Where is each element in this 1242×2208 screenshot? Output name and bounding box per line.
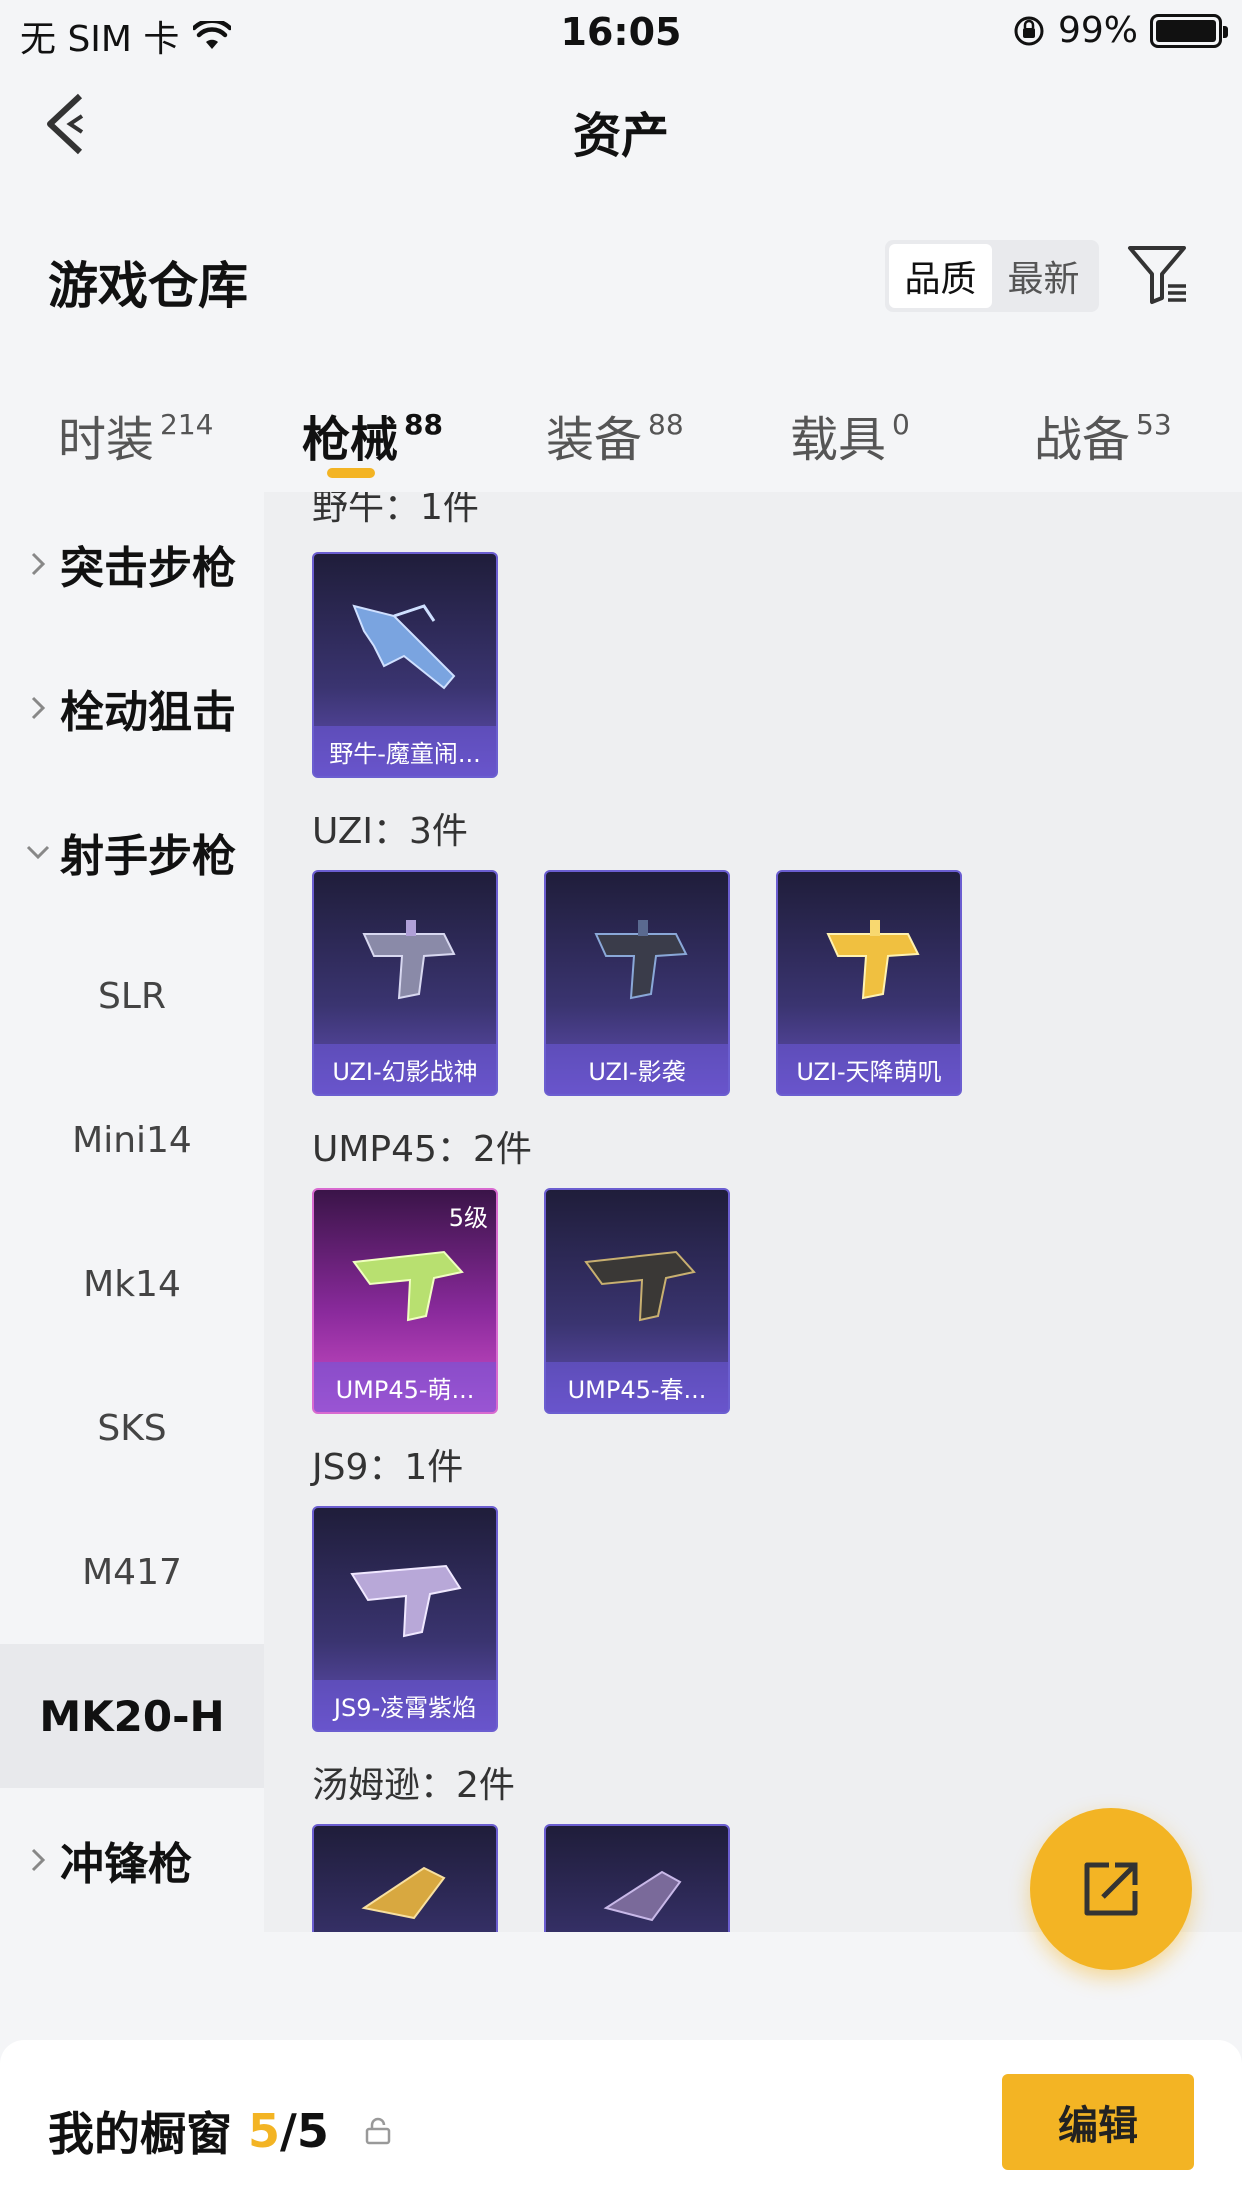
weapon-card[interactable]: UZI-幻影战神 bbox=[312, 870, 498, 1096]
showcase-summary: 我的橱窗 5 /5 bbox=[48, 2098, 393, 2164]
share-button[interactable] bbox=[1030, 1808, 1192, 1970]
weapon-name: UMP45-萌... bbox=[314, 1362, 496, 1412]
chevron-right-icon bbox=[22, 551, 54, 577]
sidebar-item-bolt-sniper[interactable]: 栓动狙击 bbox=[0, 636, 264, 780]
sort-quality-button[interactable]: 品质 bbox=[889, 244, 992, 308]
edit-button[interactable]: 编辑 bbox=[1002, 2074, 1194, 2170]
showcase-count: 5 bbox=[248, 2104, 281, 2158]
orientation-lock-icon bbox=[1014, 16, 1044, 45]
weapon-skin-image bbox=[352, 1250, 464, 1322]
showcase-total: /5 bbox=[280, 2104, 329, 2158]
group-title: 野牛：1件 bbox=[312, 492, 479, 528]
tab-equipment[interactable]: 装备 88 bbox=[546, 400, 684, 470]
battery-icon bbox=[1150, 13, 1228, 48]
sidebar-item-marksman-rifle[interactable]: 射手步枪 bbox=[0, 780, 264, 924]
weapon-skin-image bbox=[362, 920, 456, 1000]
chevron-down-icon bbox=[22, 844, 54, 860]
weapon-card[interactable]: UZI-影袭 bbox=[544, 870, 730, 1096]
chevron-right-icon bbox=[22, 1847, 54, 1873]
sort-segmented-control: 品质 最新 bbox=[885, 240, 1099, 312]
weapon-name: UZI-天降萌叽 bbox=[778, 1044, 960, 1094]
tab-guns[interactable]: 枪械 88 bbox=[302, 400, 443, 470]
weapon-card[interactable]: 5级 UMP45-萌... bbox=[312, 1188, 498, 1414]
sidebar-subitem-m417[interactable]: M417 bbox=[0, 1500, 264, 1644]
weapon-card[interactable]: JS9-凌霄紫焰 bbox=[312, 1506, 498, 1732]
chevron-right-icon bbox=[22, 695, 54, 721]
battery-percent: 99% bbox=[1057, 10, 1138, 51]
weapon-card[interactable]: UMP45-春... bbox=[544, 1188, 730, 1414]
page-title: 资产 bbox=[572, 108, 669, 164]
showcase-bar: 我的橱窗 5 /5 编辑 bbox=[0, 2040, 1242, 2208]
group-title: UMP45：2件 bbox=[312, 1129, 532, 1170]
status-bar: 无 SIM 卡 16:05 99% bbox=[0, 0, 1242, 62]
weapon-category-sidebar: 突击步枪 栓动狙击 射手步枪 SLR Mini14 Mk14 SKS M417 … bbox=[0, 492, 264, 1932]
weapon-name: UMP45-春... bbox=[546, 1362, 728, 1412]
weapon-skin-image bbox=[361, 1866, 446, 1920]
group-title: JS9：1件 bbox=[312, 1447, 464, 1488]
weapon-list: 野牛：1件 野牛-魔童闹... UZI：3件 UZI-幻影战神 UZI-影袭 U… bbox=[264, 492, 1242, 1932]
filter-icon bbox=[1128, 246, 1186, 304]
weapon-skin-image bbox=[603, 1870, 682, 1922]
tab-vehicles[interactable]: 载具 0 bbox=[790, 400, 910, 470]
weapon-card[interactable]: UZI-天降萌叽 bbox=[776, 870, 962, 1096]
share-icon bbox=[1084, 1862, 1138, 1916]
weapon-skin-image bbox=[352, 604, 456, 690]
warehouse-title: 游戏仓库 bbox=[48, 257, 248, 315]
weapon-skin-image bbox=[826, 920, 920, 1000]
sidebar-subitem-mini14[interactable]: Mini14 bbox=[0, 1068, 264, 1212]
sidebar-subitem-sks[interactable]: SKS bbox=[0, 1356, 264, 1500]
weapon-card[interactable] bbox=[544, 1824, 730, 1932]
weapon-skin-image bbox=[584, 1250, 696, 1322]
sidebar-item-smg[interactable]: 冲锋枪 bbox=[0, 1788, 264, 1932]
weapon-name: 野牛-魔童闹... bbox=[314, 726, 496, 776]
weapon-skin-image bbox=[350, 1564, 462, 1638]
group-title: UZI：3件 bbox=[312, 811, 468, 852]
group-title: 汤姆逊：2件 bbox=[312, 1765, 515, 1806]
sidebar-subitem-mk20h[interactable]: MK20-H bbox=[0, 1644, 264, 1788]
sidebar-subitem-slr[interactable]: SLR bbox=[0, 924, 264, 1068]
sort-latest-button[interactable]: 最新 bbox=[992, 244, 1095, 308]
filter-button[interactable] bbox=[1126, 242, 1190, 306]
weapon-name: JS9-凌霄紫焰 bbox=[314, 1680, 496, 1730]
weapon-name: UZI-幻影战神 bbox=[314, 1044, 496, 1094]
weapon-name: UZI-影袭 bbox=[546, 1044, 728, 1094]
tab-tactical[interactable]: 战备 53 bbox=[1034, 400, 1172, 470]
lock-icon bbox=[365, 2117, 391, 2145]
showcase-label: 我的橱窗 bbox=[48, 2107, 232, 2161]
weapon-card[interactable] bbox=[312, 1824, 498, 1932]
sidebar-subitem-mk14[interactable]: Mk14 bbox=[0, 1212, 264, 1356]
tab-fashion[interactable]: 时装 214 bbox=[58, 400, 213, 470]
weapon-card[interactable]: 野牛-魔童闹... bbox=[312, 552, 498, 778]
category-tabs: 时装 214 枪械 88 装备 88 载具 0 战备 53 bbox=[0, 380, 1242, 490]
active-tab-indicator bbox=[327, 468, 375, 478]
weapon-skin-image bbox=[594, 920, 688, 1000]
sidebar-item-assault-rifle[interactable]: 突击步枪 bbox=[0, 492, 264, 636]
